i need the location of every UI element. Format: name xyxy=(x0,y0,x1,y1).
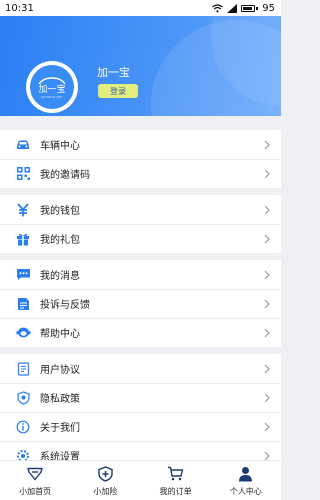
tab-label: 我的订单 xyxy=(159,486,192,496)
menu-item-label: 车辆中心 xyxy=(40,141,80,152)
menu-item-label: 关于我们 xyxy=(40,423,80,434)
avatar[interactable]: 加一宝 JIAYIBAO.NET xyxy=(26,61,78,113)
cart-icon xyxy=(167,465,185,483)
menu-item-help-center[interactable]: 帮助中心 xyxy=(0,318,281,347)
status-bar: 10:31 95 xyxy=(0,0,281,16)
avatar-subtext: JIAYIBAO.NET xyxy=(41,94,63,99)
menu-item-messages[interactable]: 我的消息 xyxy=(0,260,281,289)
profile-icon xyxy=(237,465,255,483)
status-icons: 95 xyxy=(212,3,275,14)
menu-group-support: 我的消息 投诉与反馈 帮助中心 xyxy=(0,260,281,347)
wifi-icon xyxy=(212,3,224,12)
chevron-right-icon xyxy=(264,393,270,402)
qrcode-icon xyxy=(15,166,31,182)
menu-item-user-agreement[interactable]: 用户协议 xyxy=(0,354,281,383)
chevron-right-icon xyxy=(264,270,270,279)
shield-icon xyxy=(15,390,31,406)
menu-item-vehicle-center[interactable]: 车辆中心 xyxy=(0,130,281,159)
user-name: 加一宝 xyxy=(97,66,130,79)
menu-item-privacy-policy[interactable]: 隐私政策 xyxy=(0,383,281,412)
wallet-icon xyxy=(15,202,31,218)
tab-orders[interactable]: 我的订单 xyxy=(141,465,211,497)
chevron-right-icon xyxy=(264,299,270,308)
menu-item-label: 帮助中心 xyxy=(40,329,80,340)
tab-label: 小加首页 xyxy=(19,486,52,496)
document-icon xyxy=(15,361,31,377)
tab-home[interactable]: 小加首页 xyxy=(0,465,70,497)
menu-group-about: 用户协议 隐私政策 关于我们 系统设置 xyxy=(0,354,281,474)
tab-insurance[interactable]: 小加险 xyxy=(70,465,140,497)
chevron-right-icon xyxy=(264,140,270,149)
chevron-right-icon xyxy=(264,328,270,337)
menu-item-label: 用户协议 xyxy=(40,365,80,376)
home-icon xyxy=(26,465,44,483)
tab-profile[interactable]: 个人中心 xyxy=(211,465,281,497)
menu-item-label: 我的钱包 xyxy=(40,206,80,217)
battery-tip xyxy=(256,6,259,10)
menu-group-wallet: 我的钱包 我的礼包 xyxy=(0,195,281,253)
help-icon xyxy=(15,325,31,341)
menu-list: 车辆中心 我的邀请码 我的钱包 我的礼包 我的消息 投诉与反馈 帮助中心 用户协… xyxy=(0,130,281,481)
chevron-right-icon xyxy=(264,234,270,243)
car-logo-icon xyxy=(38,76,66,84)
car-icon xyxy=(15,137,31,153)
login-button[interactable]: 登录 xyxy=(98,84,138,98)
menu-item-label: 我的礼包 xyxy=(40,235,80,246)
chevron-right-icon xyxy=(264,205,270,214)
menu-item-feedback[interactable]: 投诉与反馈 xyxy=(0,289,281,318)
message-icon xyxy=(15,267,31,283)
menu-item-invite-code[interactable]: 我的邀请码 xyxy=(0,159,281,188)
avatar-logo: 加一宝 JIAYIBAO.NET xyxy=(30,65,74,109)
menu-item-about-us[interactable]: 关于我们 xyxy=(0,412,281,441)
menu-item-label: 我的邀请码 xyxy=(40,170,90,181)
bottom-tab-bar: 小加首页 小加险 我的订单 个人中心 xyxy=(0,460,281,500)
menu-item-gift[interactable]: 我的礼包 xyxy=(0,224,281,253)
feedback-icon xyxy=(15,296,31,312)
chevron-right-icon xyxy=(264,451,270,460)
chevron-right-icon xyxy=(264,364,270,373)
info-icon xyxy=(15,419,31,435)
menu-item-wallet[interactable]: 我的钱包 xyxy=(0,195,281,224)
tab-label: 个人中心 xyxy=(229,486,262,496)
battery-icon xyxy=(241,4,256,12)
battery-level: 95 xyxy=(262,2,275,14)
menu-item-label: 隐私政策 xyxy=(40,394,80,405)
tab-label: 小加险 xyxy=(93,486,118,496)
chevron-right-icon xyxy=(264,422,270,431)
insurance-icon xyxy=(96,465,114,483)
avatar-text: 加一宝 xyxy=(38,84,66,95)
signal-icon xyxy=(227,3,238,13)
menu-item-label: 我的消息 xyxy=(40,271,80,282)
chevron-right-icon xyxy=(264,169,270,178)
status-time: 10:31 xyxy=(5,2,34,14)
menu-group-vehicle: 车辆中心 我的邀请码 xyxy=(0,130,281,188)
menu-item-label: 投诉与反馈 xyxy=(40,300,90,311)
gift-icon xyxy=(15,231,31,247)
